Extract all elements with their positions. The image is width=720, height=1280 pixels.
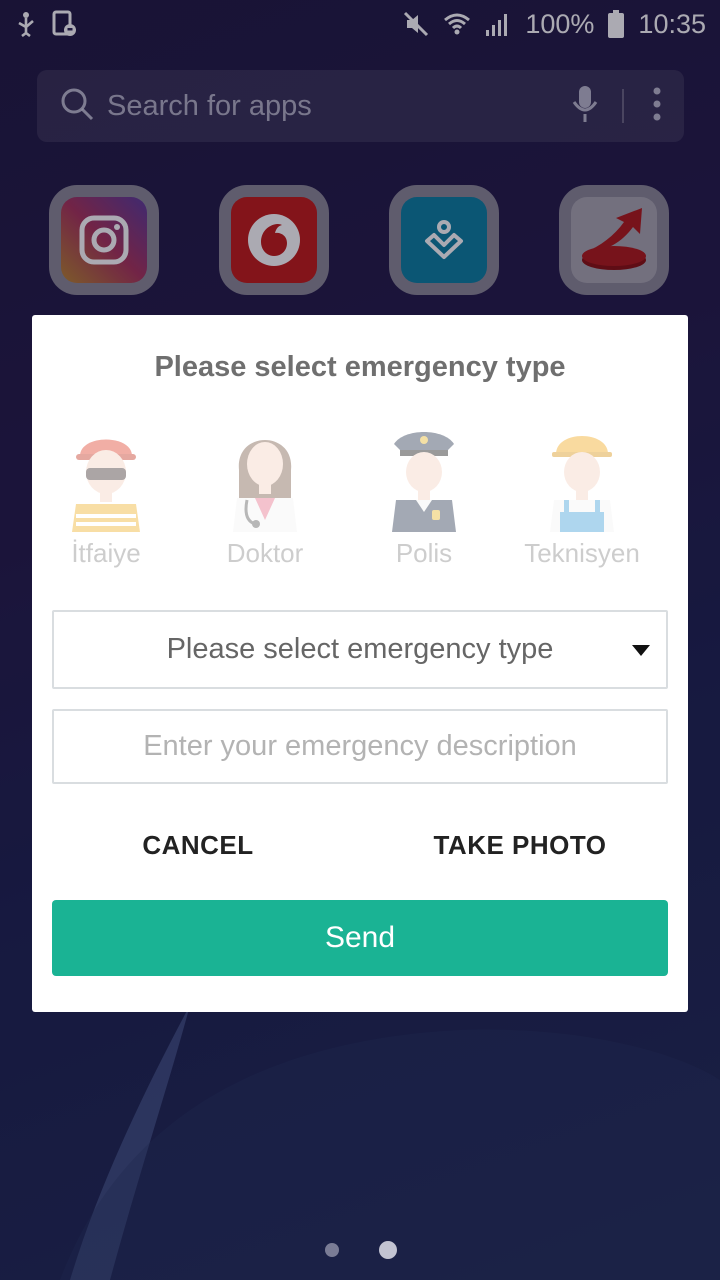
send-button[interactable]: Send — [52, 900, 668, 976]
doctor-icon — [233, 440, 297, 532]
type-label-doctor: Doktor — [226, 538, 304, 568]
firefighter-icon — [72, 439, 140, 532]
page-dot-2-active[interactable] — [379, 1241, 397, 1259]
type-label-police: Polis — [395, 538, 453, 568]
take-photo-button[interactable]: TAKE PHOTO — [422, 815, 618, 875]
emergency-type-select[interactable]: Please select emergency type — [52, 610, 668, 689]
technician-icon — [550, 436, 614, 532]
type-technician[interactable]: Teknisyen — [502, 420, 662, 569]
page-dot-1[interactable] — [325, 1243, 339, 1257]
page-indicator — [0, 1241, 720, 1261]
emergency-type-grid: İtfaiye Doktor Polis Teknisyen — [32, 420, 688, 580]
emergency-description-input[interactable] — [52, 709, 668, 784]
dialog-title: Please select emergency type — [154, 351, 566, 383]
police-icon — [392, 432, 456, 532]
type-police[interactable]: Polis — [344, 420, 504, 569]
cancel-button[interactable]: CANCEL — [128, 815, 268, 875]
dropdown-arrow-icon — [632, 645, 650, 656]
type-label-firefighter: İtfaiye — [71, 538, 141, 568]
type-firefighter[interactable]: İtfaiye — [26, 420, 186, 569]
emergency-dialog: Please select emergency type İtfaiye Dok… — [32, 315, 688, 1012]
type-label-technician: Teknisyen — [524, 538, 640, 568]
select-value: Please select emergency type — [166, 633, 554, 665]
type-doctor[interactable]: Doktor — [185, 420, 345, 569]
